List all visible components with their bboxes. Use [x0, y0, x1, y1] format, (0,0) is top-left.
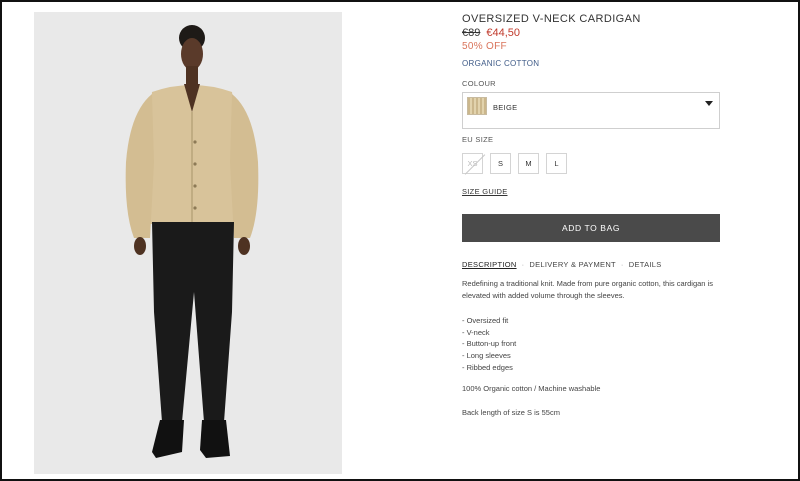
- price-row: €89 €44,50: [462, 27, 520, 39]
- description-text: Redefining a traditional knit. Made from…: [462, 279, 713, 300]
- composition-text: 100% Organic cotton / Machine washable: [462, 384, 601, 393]
- colour-swatch: [467, 97, 487, 115]
- tab-separator: ·: [521, 260, 525, 269]
- list-item: - Oversized fit: [462, 316, 509, 325]
- tab-delivery-payment[interactable]: DELIVERY & PAYMENT: [529, 260, 616, 269]
- size-option-m[interactable]: M: [518, 153, 539, 174]
- page-frame: OVERSIZED V-NECK CARDIGAN €89 €44,50 50% …: [0, 0, 800, 481]
- tab-details[interactable]: DETAILS: [629, 260, 662, 269]
- colour-label: COLOUR: [462, 79, 496, 88]
- product-image[interactable]: [34, 12, 342, 474]
- discount-badge: 50% OFF: [462, 41, 507, 52]
- size-option-xs[interactable]: XS: [462, 153, 483, 174]
- sale-price: €44,50: [486, 27, 521, 39]
- size-label: EU SIZE: [462, 135, 494, 144]
- colour-selected-value: BEIGE: [493, 103, 518, 112]
- model-illustration: [34, 12, 342, 474]
- original-price: €89: [462, 27, 481, 39]
- info-tabs: DESCRIPTION · DELIVERY & PAYMENT · DETAI…: [462, 260, 662, 269]
- list-item: - Long sleeves: [462, 351, 511, 361]
- size-option-l[interactable]: L: [546, 153, 567, 174]
- size-option-s[interactable]: S: [490, 153, 511, 174]
- list-item: - Button-up front: [462, 339, 517, 349]
- product-title: OVERSIZED V-NECK CARDIGAN: [462, 13, 641, 25]
- tab-separator: ·: [620, 260, 624, 269]
- size-options: XS S M L: [462, 153, 567, 174]
- material-link[interactable]: ORGANIC COTTON: [462, 59, 539, 68]
- size-guide-link[interactable]: SIZE GUIDE: [462, 187, 508, 196]
- chevron-down-icon: [705, 101, 713, 106]
- colour-select[interactable]: BEIGE: [462, 92, 720, 129]
- tab-description[interactable]: DESCRIPTION: [462, 260, 517, 269]
- feature-list: - Oversized fit - V-neck - Button-up fro…: [462, 315, 516, 374]
- list-item: - V-neck: [462, 327, 490, 337]
- add-to-bag-button[interactable]: ADD TO BAG: [462, 214, 720, 242]
- back-length-text: Back length of size S is 55cm: [462, 408, 560, 417]
- list-item: - Ribbed edges: [462, 362, 513, 372]
